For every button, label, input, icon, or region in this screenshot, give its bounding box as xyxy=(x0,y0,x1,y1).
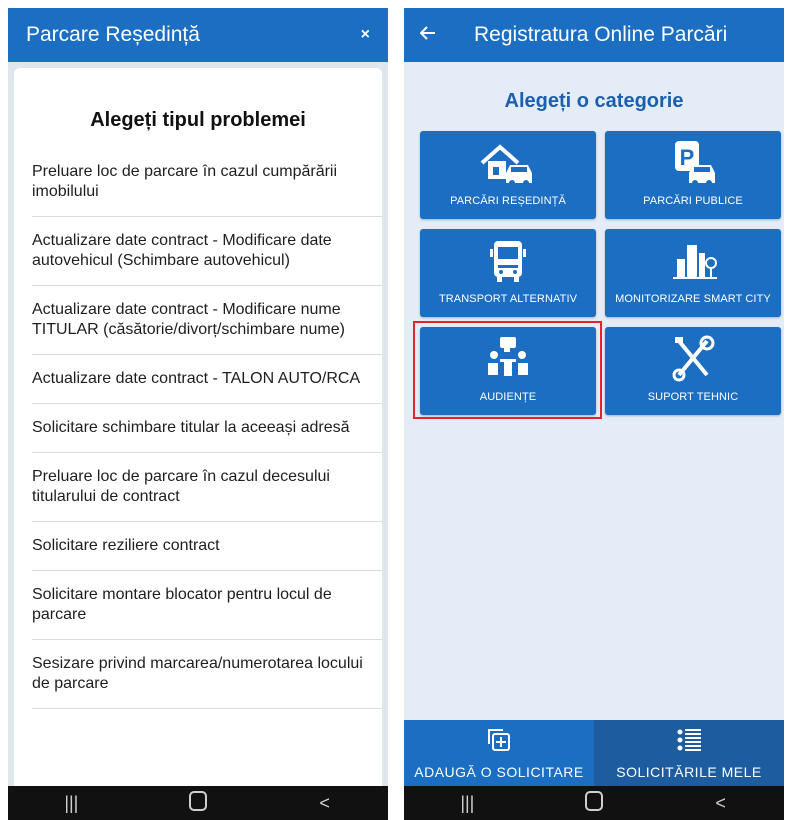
list-item[interactable]: Sesizare privind marcarea/numerotarea lo… xyxy=(32,640,382,709)
sheet-title: Alegeți tipul problemei xyxy=(90,109,306,131)
home-button[interactable] xyxy=(168,790,228,816)
tab-label: ADAUGĂ O SOLICITARE xyxy=(414,764,584,780)
highlight-box xyxy=(413,321,602,419)
list-item[interactable]: Solicitare montare blocator pentru locul… xyxy=(32,571,382,640)
system-nav-bar: ||| < xyxy=(404,786,784,820)
tile-label: SUPORT TEHNIC xyxy=(647,391,739,403)
home-icon xyxy=(188,790,207,811)
residence-parking-header: Parcare Reședință × xyxy=(8,8,388,62)
list-item[interactable]: Actualizare date contract - Modificare n… xyxy=(32,286,382,355)
list-item[interactable]: Solicitare schimbare titular la aceeași … xyxy=(32,404,382,453)
category-tile-alternative-transport[interactable]: TRANSPORT ALTERNATIV xyxy=(420,229,596,317)
list-item[interactable]: Solicitare reziliere contract xyxy=(32,522,382,571)
tile-label: PARCĂRI PUBLICE xyxy=(643,195,743,207)
list-item[interactable]: Preluare loc de parcare în cazul decesul… xyxy=(32,453,382,522)
system-nav-bar: ||| < xyxy=(8,786,388,820)
home-icon xyxy=(584,790,603,811)
tab-label: SOLICITĂRILE MELE xyxy=(616,764,762,780)
category-tile-residence-parking[interactable]: PARCĂRI REȘEDINȚĂ xyxy=(420,131,596,219)
list-icon xyxy=(677,729,701,751)
app-header: Registratura Online Parcări xyxy=(404,8,784,62)
category-tile-tech-support[interactable]: SUPORT TEHNIC xyxy=(605,327,781,415)
back-button[interactable]: < xyxy=(295,793,355,814)
tools-icon xyxy=(672,335,715,382)
arrow-left-icon xyxy=(419,26,435,40)
right-screen: Registratura Online Parcări Alegeți o ca… xyxy=(404,8,784,820)
page-title: Parcare Reședință xyxy=(26,23,200,46)
list-item[interactable]: Preluare loc de parcare în cazul cumpără… xyxy=(32,148,382,217)
left-screen: Parcare Reședință × Alegeți tipul proble… xyxy=(8,8,388,820)
tab-add-request[interactable]: ADAUGĂ O SOLICITARE xyxy=(404,720,594,786)
back-button[interactable]: < xyxy=(691,793,751,814)
tile-label: MONITORIZARE SMART CITY xyxy=(615,293,771,305)
city-icon xyxy=(673,245,717,279)
category-tile-smart-city[interactable]: MONITORIZARE SMART CITY xyxy=(605,229,781,317)
tab-my-requests[interactable]: SOLICITĂRILE MELE xyxy=(594,720,784,786)
svg-text:P: P xyxy=(680,145,695,170)
list-item[interactable]: Actualizare date contract - TALON AUTO/R… xyxy=(32,355,382,404)
add-copy-icon xyxy=(488,729,510,751)
tile-label: PARCĂRI REȘEDINȚĂ xyxy=(450,195,566,207)
page-title: Registratura Online Parcări xyxy=(474,23,728,46)
list-item[interactable]: Actualizare date contract - Modificare d… xyxy=(32,217,382,286)
tile-label: TRANSPORT ALTERNATIV xyxy=(438,293,578,305)
home-button[interactable] xyxy=(564,790,624,816)
house-car-icon xyxy=(480,144,532,186)
back-arrow-button[interactable] xyxy=(419,21,436,47)
category-heading: Alegeți o categorie xyxy=(504,90,684,112)
close-button[interactable]: × xyxy=(361,26,370,44)
parking-car-icon: P xyxy=(675,141,715,186)
problem-options-list: Preluare loc de parcare în cazul cumpără… xyxy=(32,148,382,709)
bottom-tab-bar: ADAUGĂ O SOLICITARE SOLICITĂRILE MELE xyxy=(404,720,784,786)
category-tile-public-parking[interactable]: P PARCĂRI PUBLICE xyxy=(605,131,781,219)
problem-type-sheet: Alegeți tipul problemei Preluare loc de … xyxy=(14,68,382,788)
bus-icon xyxy=(490,241,526,282)
recents-button[interactable]: ||| xyxy=(437,793,497,814)
recents-button[interactable]: ||| xyxy=(41,793,101,814)
